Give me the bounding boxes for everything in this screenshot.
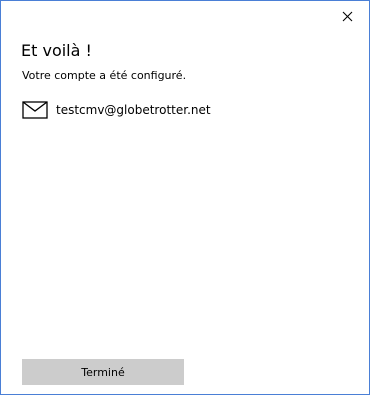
close-button[interactable]	[333, 5, 361, 27]
close-icon	[342, 11, 352, 21]
account-email: testcmv@globetrotter.net	[56, 103, 211, 117]
done-button[interactable]: Terminé	[22, 359, 184, 385]
account-item: testcmv@globetrotter.net	[22, 100, 211, 120]
mail-icon	[22, 101, 48, 119]
confirmation-message: Votre compte a été configuré.	[22, 69, 187, 82]
account-setup-dialog: Et voilà ! Votre compte a été configuré.…	[0, 0, 370, 395]
page-title: Et voilà !	[21, 41, 92, 60]
